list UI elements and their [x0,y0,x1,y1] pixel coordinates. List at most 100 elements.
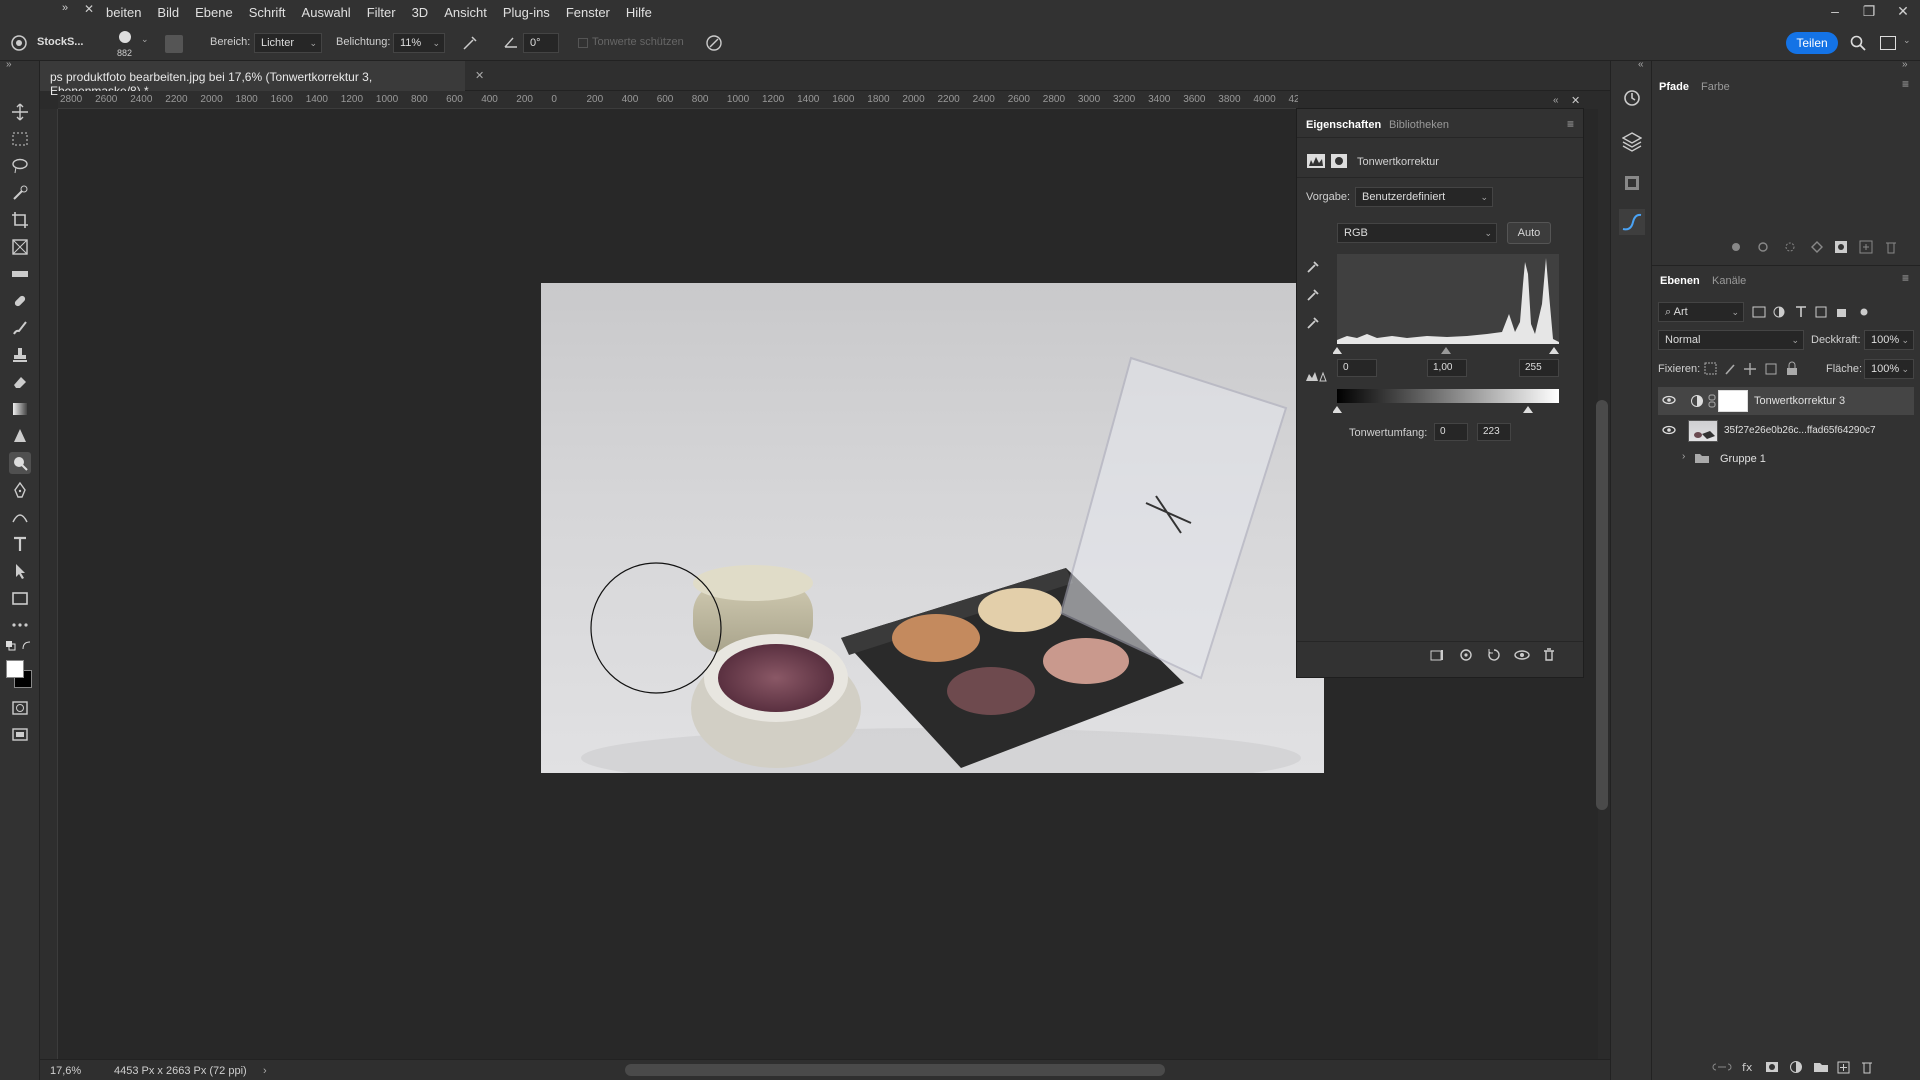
document-tab[interactable]: ps produktfoto bearbeiten.jpg bei 17,6% … [40,61,484,98]
lock-icons[interactable] [1704,361,1804,377]
zoom-level[interactable]: 17,6% [50,1065,81,1077]
pen-tool-icon[interactable] [9,479,31,501]
crop-tool-icon[interactable] [9,209,31,231]
move-tool-icon[interactable] [9,101,31,123]
brush-settings-icon[interactable] [165,35,183,53]
share-button[interactable]: Teilen [1786,32,1838,54]
ruler-tool-icon[interactable] [9,263,31,285]
menu-fenster[interactable]: Fenster [558,0,618,25]
layer-filter-icons[interactable] [1750,304,1910,320]
menu-auswahl[interactable]: Auswahl [294,0,359,25]
auto-button[interactable]: Auto [1507,222,1551,244]
collapse-icon[interactable]: » [62,2,68,14]
healing-brush-tool-icon[interactable] [9,290,31,312]
menu-bild[interactable]: Bild [149,0,187,25]
curvature-pen-tool-icon[interactable] [9,506,31,528]
quick-mask-icon[interactable] [9,697,31,719]
tab-eigenschaften[interactable]: Eigenschaften [1306,119,1381,131]
close-icon[interactable]: ✕ [84,2,94,16]
channel-dropdown[interactable]: RGB ⌄ [1337,223,1497,243]
menu-ansicht[interactable]: Ansicht [436,0,495,25]
output-sliders[interactable] [1333,404,1563,414]
eraser-tool-icon[interactable] [9,371,31,393]
adjustments-curve-icon[interactable] [1619,209,1645,235]
visibility-toggle-empty[interactable] [1662,450,1676,464]
delete-icon[interactable] [1542,648,1556,662]
expand-icon[interactable]: » [6,59,12,70]
panel-menu-icon[interactable]: ≡ [1567,117,1574,131]
layer-mask-thumbnail[interactable] [1718,390,1748,412]
airbrush-icon[interactable] [461,34,479,52]
bereich-dropdown[interactable]: Lichter ⌄ [254,33,322,53]
white-eyedropper-icon[interactable] [1305,315,1321,331]
chevron-down-icon[interactable]: ⌄ [1903,35,1911,46]
eye-icon[interactable] [1662,424,1676,436]
collapse-panels-icon[interactable]: » [1902,59,1908,70]
libraries-icon[interactable] [1623,174,1641,192]
clip-to-layer-icon[interactable] [1430,648,1446,662]
product-photo[interactable] [541,283,1324,773]
eye-icon[interactable] [1662,394,1676,406]
sharpen-tool-icon[interactable] [9,425,31,447]
reset-icon[interactable] [1486,648,1502,662]
angle-field[interactable]: 0° [523,33,559,53]
panel-menu-icon[interactable]: ≡ [1902,77,1909,91]
default-colors-icon[interactable] [4,639,18,653]
close-tab-icon[interactable]: ✕ [475,69,484,82]
menu-3d[interactable]: 3D [404,0,437,25]
more-tools-icon[interactable] [9,614,31,636]
fill-field[interactable]: 100% ⌄ [1864,359,1914,379]
tab-bibliotheken[interactable]: Bibliotheken [1389,119,1449,131]
protect-tones-checkbox[interactable] [578,38,588,48]
minimize-icon[interactable]: – [1818,0,1852,25]
gradient-tool-icon[interactable] [9,398,31,420]
output-white-field[interactable]: 223 [1477,423,1511,441]
stamp-tool-icon[interactable] [9,344,31,366]
layer-filter-dropdown[interactable]: ⌕ Art ⌄ [1658,302,1744,322]
tab-farbe[interactable]: Farbe [1701,81,1730,93]
foreground-color-swatch[interactable] [6,660,24,678]
swap-colors-icon[interactable] [20,639,34,653]
menu-schrift[interactable]: Schrift [241,0,294,25]
screen-mode-icon[interactable] [9,724,31,746]
tab-ebenen[interactable]: Ebenen [1660,275,1700,287]
input-sliders[interactable] [1333,345,1563,355]
collapse-dock-icon[interactable]: « [1638,59,1644,70]
tab-pfade[interactable]: Pfade [1659,81,1689,93]
brush-preset-picker[interactable] [114,29,136,47]
panel-menu-icon[interactable]: ≡ [1902,271,1909,285]
layer-row[interactable]: Tonwertkorrektur 3 [1658,387,1914,415]
input-black-field[interactable]: 0 [1337,359,1377,377]
menu-bearbeiten[interactable]: beiten [98,0,149,25]
path-selection-tool-icon[interactable] [9,560,31,582]
tab-kanaele[interactable]: Kanäle [1712,275,1746,287]
menu-hilfe[interactable]: Hilfe [618,0,660,25]
menu-ebene[interactable]: Ebene [187,0,241,25]
search-icon[interactable] [1850,35,1866,51]
layer-row[interactable]: 35f27e26e0b26c...ffad65f64290c7 [1658,417,1914,445]
belichtung-field[interactable]: 11% ⌄ [393,33,445,53]
opacity-field[interactable]: 100% ⌄ [1864,330,1914,350]
window-close-icon[interactable]: ✕ [1886,0,1920,25]
home-icon[interactable] [10,34,28,52]
menu-plugins[interactable]: Plug-ins [495,0,558,25]
preset-dropdown[interactable]: Benutzerdefiniert ⌄ [1355,187,1493,207]
input-white-field[interactable]: 255 [1519,359,1559,377]
vertical-scrollbar[interactable] [1596,400,1608,810]
chevron-down-icon[interactable]: ⌄ [141,34,149,45]
close-panel-icon[interactable]: ✕ [1571,94,1580,107]
horizontal-scrollbar[interactable] [625,1064,1165,1076]
frame-tool-icon[interactable] [9,236,31,258]
link-icon[interactable] [1708,394,1716,408]
chevron-right-icon[interactable]: › [1682,451,1685,462]
view-previous-state-icon[interactable] [1458,648,1474,662]
type-tool-icon[interactable] [9,533,31,555]
restore-icon[interactable]: ❐ [1852,0,1886,25]
layer-row[interactable]: › Gruppe 1 [1658,445,1914,473]
blend-mode-dropdown[interactable]: Normal ⌄ [1658,330,1804,350]
workspace-icon[interactable] [1880,36,1896,50]
chevron-right-icon[interactable]: › [263,1065,267,1077]
marquee-tool-icon[interactable] [9,128,31,150]
brush-tool-icon[interactable] [9,317,31,339]
mask-icon[interactable] [1331,154,1347,168]
